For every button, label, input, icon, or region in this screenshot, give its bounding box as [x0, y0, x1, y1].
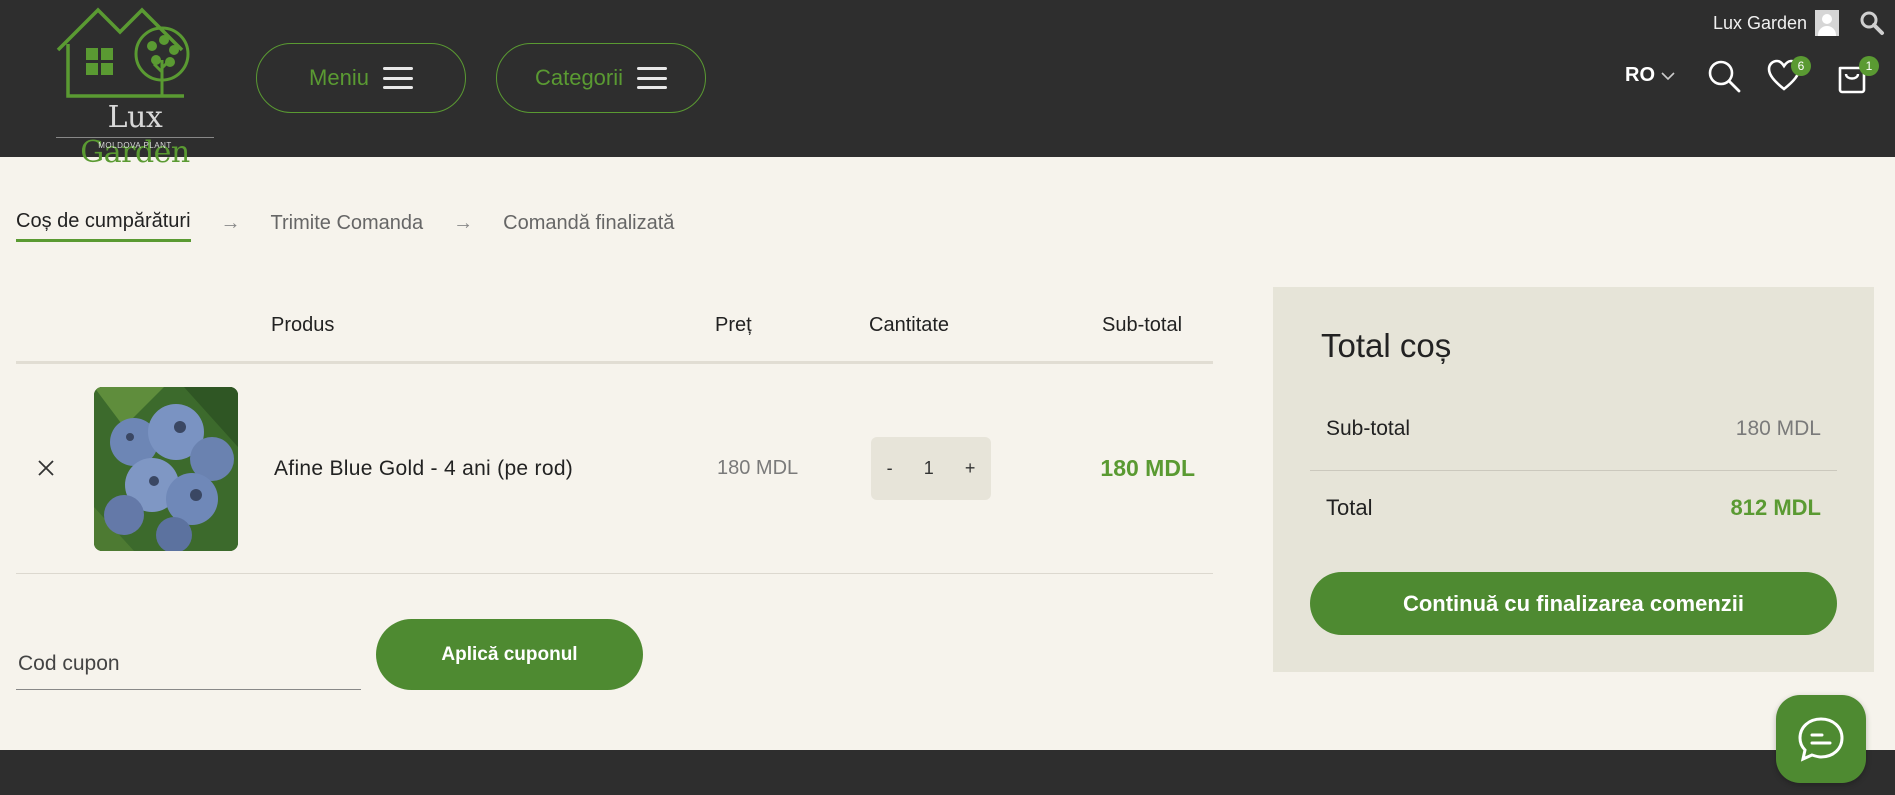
quantity-input[interactable]: 1: [914, 458, 944, 479]
language-label: RO: [1625, 64, 1655, 86]
logo-divider: [56, 137, 214, 138]
chevron-down-icon: [1661, 71, 1675, 80]
categories-label: Categorii: [534, 65, 624, 90]
chat-button[interactable]: [1776, 695, 1866, 783]
subtotal-value: 180 MDL: [1735, 417, 1821, 440]
categories-button[interactable]: Categorii: [496, 43, 706, 113]
checkout-steps: Coș de cumpărături → Trimite Comanda → C…: [16, 210, 674, 242]
arrow-right-icon: →: [220, 211, 241, 234]
coupon-input[interactable]: [16, 638, 361, 690]
menu-label: Meniu: [309, 65, 369, 90]
product-name[interactable]: Afine Blue Gold - 4 ani (pe rod): [274, 457, 573, 481]
menu-button[interactable]: Meniu: [256, 43, 466, 113]
total-value: 812 MDL: [1730, 495, 1821, 520]
column-header-price: Preț: [715, 314, 752, 336]
hamburger-icon: [382, 67, 413, 89]
product-image[interactable]: [94, 387, 238, 551]
account-name: Lux Garden: [1712, 12, 1807, 33]
cart-totals-panel: Total coș Sub-total 180 MDL Total 812 MD…: [1273, 287, 1874, 672]
language-selector[interactable]: RO: [1625, 64, 1675, 87]
totals-divider: [1310, 470, 1837, 471]
logo-wordmark: Lux Garden: [80, 100, 190, 170]
quantity-stepper: - 1 +: [871, 437, 991, 500]
step-send-order[interactable]: Trimite Comanda: [271, 212, 424, 241]
column-header-product: Produs: [271, 314, 335, 336]
search-icon[interactable]: [1706, 58, 1742, 94]
product-subtotal: 180 MDL: [1100, 455, 1195, 481]
quantity-increase-button[interactable]: +: [955, 458, 986, 479]
table-header-divider: [16, 361, 1213, 364]
blueberry-image: [94, 387, 238, 551]
totals-subtotal-row: Sub-total 180 MDL: [1310, 417, 1837, 441]
arrow-right-icon: →: [453, 211, 474, 234]
house-tree-logo: [56, 7, 190, 98]
subtotal-label: Sub-total: [1326, 417, 1411, 440]
product-price: 180 MDL: [717, 457, 799, 479]
account-link[interactable]: Lux Garden: [1713, 10, 1839, 36]
site-footer: [0, 750, 1895, 795]
apply-coupon-button[interactable]: Aplică cuponul: [376, 619, 643, 690]
total-label: Total: [1326, 495, 1373, 520]
step-cart[interactable]: Coș de cumpărături: [16, 210, 191, 242]
checkout-button[interactable]: Continuă cu finalizarea comenzii: [1310, 572, 1837, 635]
cart-count-badge: 1: [1859, 56, 1879, 76]
quantity-decrease-button[interactable]: -: [877, 458, 903, 479]
site-logo[interactable]: Lux Garden MOLDOVA PLANT: [50, 4, 220, 170]
logo-tagline: MOLDOVA PLANT: [98, 141, 172, 150]
row-divider: [16, 573, 1213, 574]
totals-title: Total coș: [1321, 327, 1452, 364]
totals-total-row: Total 812 MDL: [1310, 495, 1837, 521]
close-icon[interactable]: [34, 456, 58, 480]
site-header: Lux Garden MOLDOVA PLANT Meniu Categorii…: [0, 0, 1895, 170]
search-icon[interactable]: [1859, 10, 1885, 36]
wishlist-count-badge: 6: [1791, 56, 1811, 76]
column-header-quantity: Cantitate: [869, 314, 950, 336]
user-icon: [1815, 10, 1839, 36]
chat-icon: [1798, 717, 1844, 762]
hamburger-icon: [637, 67, 668, 89]
column-header-subtotal: Sub-total: [1102, 314, 1183, 336]
step-order-complete[interactable]: Comandă finalizată: [503, 212, 674, 241]
